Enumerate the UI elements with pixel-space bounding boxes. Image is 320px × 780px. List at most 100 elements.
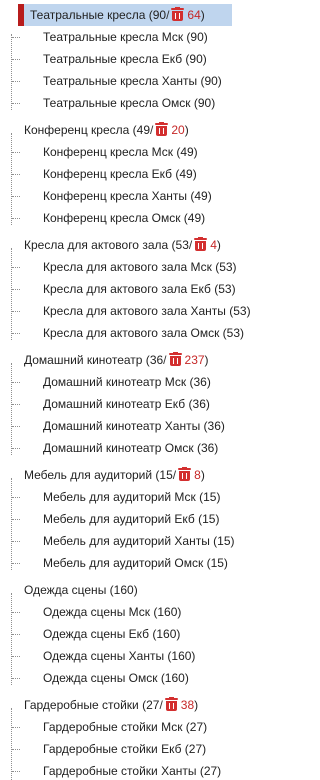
tree-branch-connector: [12, 289, 20, 290]
count-separator: /: [150, 123, 154, 137]
tree-group: Конференц кресла (49/20) Конференц кресла…: [0, 119, 252, 234]
tree-node-name: Домашний кинотеатр: [24, 353, 143, 367]
tree-child-label: Конференц кресла Екб (49): [43, 167, 197, 181]
tree-child-item[interactable]: Домашний кинотеатр Ханты (36): [0, 415, 232, 437]
tree-child-item[interactable]: Одежда сцены Екб (160): [0, 623, 232, 645]
tree-child-item[interactable]: Театральные кресла Омск (90): [0, 92, 232, 114]
count-separator: /: [188, 238, 193, 252]
tree-child-label: Гардеробные стойки Мск (27): [43, 720, 208, 734]
tree-node-7[interactable]: Гардеробные стойки (27/38): [24, 694, 198, 716]
count-separator: /: [166, 8, 170, 22]
tree-node-1[interactable]: Театральные кресла (90/64): [24, 4, 232, 26]
tree-child-item[interactable]: Театральные кресла Екб (90): [0, 48, 232, 70]
count-separator: /: [163, 353, 167, 367]
tree-child-label: Театральные кресла Мск (90): [43, 30, 208, 44]
tree-child-label: Театральные кресла Омск (90): [43, 96, 216, 110]
tree-node-name: Одежда сцены: [24, 583, 107, 597]
tree-node-name: Театральные кресла: [30, 8, 146, 22]
tree-branch-connector: [12, 311, 20, 312]
tree-child-item[interactable]: Мебель для аудиторий Екб (15): [0, 508, 232, 530]
tree-child-item[interactable]: Кресла для актового зала Мск (53): [0, 256, 237, 278]
tree-child-label: Домашний кинотеатр Омск (36): [43, 441, 219, 455]
tree-node-name: Кресла для актового зала: [24, 238, 169, 252]
tree-child-item[interactable]: Гардеробные стойки Мск (27): [0, 716, 232, 738]
tree-child-label: Кресла для актового зала Ханты (53): [43, 304, 251, 318]
tree-child-label: Конференц кресла Мск (49): [43, 145, 198, 159]
tree-child-item[interactable]: Конференц кресла Омск (49): [0, 207, 232, 229]
tree-node-count: 49: [136, 123, 150, 137]
tree-branch-connector: [12, 103, 20, 104]
trash-icon: [155, 122, 169, 136]
tree-child-item[interactable]: Мебель для аудиторий Мск (15): [0, 486, 232, 508]
tree-node-name: Конференц кресла: [24, 123, 130, 137]
tree-branch-connector: [12, 634, 20, 635]
tree-child-label: Конференц кресла Омск (49): [43, 211, 206, 225]
tree-child-label: Домашний кинотеатр Мск (36): [43, 375, 211, 389]
tree-child-item[interactable]: Театральные кресла Мск (90): [0, 26, 232, 48]
tree-node-name: Гардеробные стойки: [24, 698, 139, 712]
tree-child-item[interactable]: Мебель для аудиторий Омск (15): [0, 552, 232, 574]
tree-branch-connector: [12, 382, 20, 383]
tree-child-label: Мебель для аудиторий Ханты (15): [43, 534, 235, 548]
tree-branch-connector: [12, 541, 20, 542]
deleted-count: 64: [187, 8, 201, 22]
tree-group: Театральные кресла (90/64) Театральные кр…: [0, 4, 252, 119]
tree-child-item[interactable]: Конференц кресла Екб (49): [0, 163, 232, 185]
tree-branch-connector: [12, 196, 20, 197]
tree-child-label: Кресла для актового зала Екб (53): [43, 282, 236, 296]
tree-child-item[interactable]: Одежда сцены Омск (160): [0, 667, 232, 689]
tree-branch-connector: [12, 727, 20, 728]
tree-group: Одежда сцены (160) Одежда сцены Мск (160)…: [0, 579, 252, 694]
tree-group: Гардеробные стойки (27/38) Гардеробные ст…: [0, 694, 252, 780]
tree-child-label: Театральные кресла Ханты (90): [43, 74, 222, 88]
tree-branch-connector: [12, 519, 20, 520]
tree-child-item[interactable]: Кресла для актового зала Омск (53): [0, 322, 244, 344]
tree-child-item[interactable]: Конференц кресла Ханты (49): [0, 185, 232, 207]
tree-node-5[interactable]: Мебель для аудиторий (15/8): [24, 464, 205, 486]
tree-node-3[interactable]: Кресла для актового зала (53/4): [24, 234, 221, 256]
tree-child-label: Одежда сцены Екб (160): [43, 627, 181, 641]
tree-child-item[interactable]: Кресла для актового зала Екб (53): [0, 278, 236, 300]
tree-node-6[interactable]: Одежда сцены (160): [24, 579, 138, 601]
tree-node-4[interactable]: Домашний кинотеатр (36/237): [24, 349, 209, 371]
tree-child-item[interactable]: Мебель для аудиторий Ханты (15): [0, 530, 235, 552]
tree-node-2[interactable]: Конференц кресла (49/20): [24, 119, 189, 141]
tree-child-item[interactable]: Одежда сцены Ханты (160): [0, 645, 232, 667]
tree-branch-connector: [12, 678, 20, 679]
tree-branch-connector: [12, 174, 20, 175]
tree-child-item[interactable]: Театральные кресла Ханты (90): [0, 70, 232, 92]
deleted-count: 38: [180, 698, 195, 712]
tree-child-item[interactable]: Кресла для актового зала Ханты (53): [0, 300, 251, 322]
deleted-count: 20: [171, 123, 185, 137]
tree-node-count: 27: [146, 698, 160, 712]
tree-child-label: Одежда сцены Омск (160): [43, 671, 189, 685]
tree-group: Кресла для актового зала (53/4) Кресла дл…: [0, 234, 252, 349]
tree-node-count: 53: [175, 238, 189, 252]
deleted-count: 4: [210, 238, 217, 252]
tree-child-item[interactable]: Домашний кинотеатр Екб (36): [0, 393, 232, 415]
tree-node-count: 36: [149, 353, 164, 367]
tree-child-item[interactable]: Домашний кинотеатр Мск (36): [0, 371, 232, 393]
tree-node-count: 160: [113, 583, 134, 597]
tree-child-label: Мебель для аудиторий Мск (15): [43, 490, 221, 504]
tree-branch-connector: [12, 152, 20, 153]
tree-node-count: 15: [159, 468, 173, 482]
tree-child-item[interactable]: Конференц кресла Мск (49): [0, 141, 232, 163]
trash-icon: [171, 7, 185, 21]
tree-branch-connector: [12, 333, 20, 334]
tree-branch-connector: [12, 218, 20, 219]
trash-icon: [178, 467, 192, 481]
tree-branch-connector: [12, 656, 20, 657]
trash-icon: [164, 697, 178, 711]
tree-child-item[interactable]: Гардеробные стойки Екб (27): [0, 738, 232, 760]
tree-branch-connector: [12, 59, 20, 60]
category-tree: Театральные кресла (90/64) Театральные кр…: [0, 0, 252, 780]
tree-branch-connector: [12, 771, 20, 772]
tree-child-item[interactable]: Домашний кинотеатр Омск (36): [0, 437, 232, 459]
tree-child-item[interactable]: Гардеробные стойки Ханты (27): [0, 760, 232, 780]
tree-child-label: Одежда сцены Мск (160): [43, 605, 182, 619]
tree-branch-connector: [12, 563, 20, 564]
tree-child-item[interactable]: Одежда сцены Мск (160): [0, 601, 232, 623]
tree-branch-connector: [12, 267, 20, 268]
tree-child-label: Одежда сцены Ханты (160): [43, 649, 196, 663]
